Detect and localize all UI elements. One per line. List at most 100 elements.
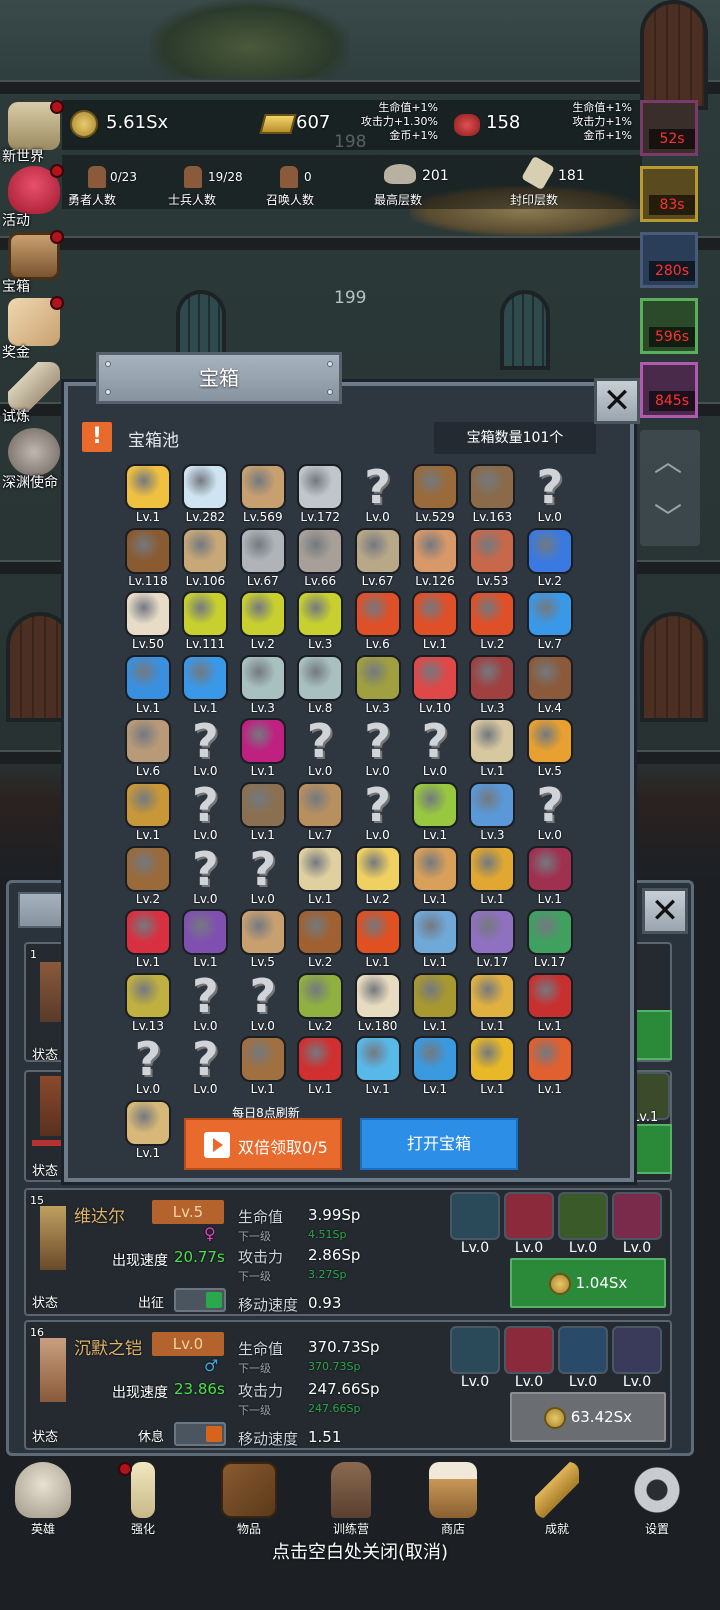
- chest-item-slot[interactable]: Lv.2: [464, 591, 520, 657]
- nav-achievements[interactable]: 成就: [522, 1462, 592, 1542]
- chest-item-slot[interactable]: ? Lv.0: [177, 718, 233, 784]
- chest-item-slot[interactable]: Lv.5: [235, 909, 291, 975]
- chest-item-slot[interactable]: ? Lv.0: [120, 1036, 176, 1102]
- chest-item-slot[interactable]: Lv.111: [177, 591, 233, 657]
- chest-item-slot[interactable]: Lv.1: [407, 972, 463, 1039]
- chest-item-slot[interactable]: Lv.1: [464, 972, 520, 1039]
- chest-item-slot[interactable]: Lv.3: [292, 591, 348, 657]
- chest-item-slot[interactable]: Lv.66: [292, 527, 348, 594]
- chest-item-slot[interactable]: Lv.17: [464, 909, 520, 975]
- chest-item-slot[interactable]: Lv.10: [407, 654, 463, 721]
- chevron-down-icon[interactable]: ﹀: [654, 496, 682, 536]
- chest-item-slot[interactable]: Lv.126: [407, 527, 463, 594]
- chest-item-slot[interactable]: Lv.282: [177, 464, 233, 530]
- chest-item-slot[interactable]: Lv.6: [350, 591, 406, 657]
- chevron-up-icon[interactable]: ︿: [654, 440, 682, 480]
- open-chest-button[interactable]: 打开宝箱: [360, 1118, 518, 1170]
- chest-item-slot[interactable]: Lv.1: [177, 654, 233, 721]
- shield-skill-icon[interactable]: [450, 1192, 500, 1240]
- chest-item-slot[interactable]: ? Lv.0: [350, 464, 406, 530]
- chest-item-slot[interactable]: ? Lv.0: [177, 846, 233, 912]
- chest-item-slot[interactable]: Lv.106: [177, 527, 233, 594]
- chest-item-slot[interactable]: Lv.6: [120, 718, 176, 784]
- chest-item-slot[interactable]: Lv.2: [522, 527, 578, 594]
- chest-item-slot[interactable]: Lv.4: [522, 654, 578, 721]
- chest-item-slot[interactable]: Lv.53: [464, 527, 520, 594]
- chest-item-slot[interactable]: Lv.2: [350, 845, 406, 912]
- chest-item-slot[interactable]: Lv.3: [350, 654, 406, 721]
- chest-item-slot[interactable]: Lv.7: [522, 591, 578, 657]
- boss-timer-button[interactable]: 52s: [640, 100, 698, 156]
- nav-enhance[interactable]: 强化: [108, 1462, 178, 1542]
- boot-skill-icon[interactable]: [612, 1192, 662, 1240]
- chest-item-slot[interactable]: Lv.1: [120, 654, 176, 721]
- chest-item-slot[interactable]: ? Lv.0: [177, 973, 233, 1039]
- chest-item-slot[interactable]: ? Lv.0: [522, 782, 578, 848]
- chest-item-slot[interactable]: Lv.3: [464, 654, 520, 721]
- chest-item-slot[interactable]: ? Lv.0: [350, 782, 406, 848]
- deploy-toggle[interactable]: [174, 1288, 226, 1312]
- chest-item-slot[interactable]: Lv.67: [235, 527, 291, 594]
- chest-item-slot[interactable]: Lv.1: [235, 1036, 291, 1102]
- boss-timer-button[interactable]: 596s: [640, 298, 698, 354]
- shield-skill-icon[interactable]: [450, 1326, 500, 1374]
- chest-item-slot[interactable]: Lv.2: [292, 972, 348, 1039]
- deploy-toggle[interactable]: [174, 1422, 226, 1446]
- chest-item-slot[interactable]: Lv.118: [120, 527, 176, 594]
- sidebar-new-world[interactable]: 新世界: [2, 100, 66, 165]
- chest-item-slot[interactable]: ? Lv.0: [235, 846, 291, 912]
- gauntlet-skill-icon[interactable]: [558, 1326, 608, 1374]
- chest-item-slot[interactable]: Lv.3: [235, 654, 291, 721]
- chest-item-slot[interactable]: ? Lv.0: [177, 1036, 233, 1102]
- chest-item-slot[interactable]: Lv.1: [522, 972, 578, 1039]
- gauntlet-skill-icon[interactable]: [558, 1192, 608, 1240]
- chest-item-slot[interactable]: ? Lv.0: [235, 973, 291, 1039]
- chest-item-slot[interactable]: Lv.1: [407, 591, 463, 657]
- sidebar-abyss-mission[interactable]: 深渊使命: [2, 426, 66, 491]
- chest-item-slot[interactable]: Lv.13: [120, 972, 176, 1039]
- sidebar-bonus[interactable]: 奖金: [2, 296, 66, 361]
- chest-item-slot[interactable]: Lv.1: [407, 782, 463, 848]
- chest-item-slot[interactable]: Lv.1: [464, 718, 520, 784]
- chest-item-slot[interactable]: Lv.17: [522, 909, 578, 975]
- chest-item-slot[interactable]: Lv.67: [350, 527, 406, 594]
- chest-item-slot[interactable]: Lv.1: [235, 782, 291, 848]
- nav-items[interactable]: 物品: [214, 1462, 284, 1542]
- boss-timer-button[interactable]: 845s: [640, 362, 698, 418]
- hero-list-close-button[interactable]: ✕: [642, 888, 688, 934]
- nav-training-camp[interactable]: 训练营: [316, 1462, 386, 1542]
- chest-item-slot[interactable]: ? Lv.0: [350, 718, 406, 784]
- chest-item-slot[interactable]: Lv.1: [120, 782, 176, 848]
- chest-item-slot[interactable]: Lv.8: [292, 654, 348, 721]
- upgrade-button-partial[interactable]: [634, 1010, 672, 1060]
- double-claim-button[interactable]: 双倍领取0/5: [184, 1118, 342, 1170]
- chest-item-slot[interactable]: ? Lv.0: [407, 718, 463, 784]
- chest-item-slot[interactable]: Lv.1: [292, 845, 348, 912]
- chest-item-slot[interactable]: Lv.1: [350, 909, 406, 975]
- chest-item-slot[interactable]: Lv.529: [407, 464, 463, 530]
- chest-item-slot[interactable]: Lv.3: [464, 782, 520, 848]
- chest-item-slot[interactable]: Lv.50: [120, 591, 176, 657]
- sidebar-trial[interactable]: 试炼: [2, 360, 66, 425]
- nav-shop[interactable]: 商店: [418, 1462, 488, 1542]
- chest-item-slot[interactable]: Lv.1: [464, 1036, 520, 1102]
- chest-item-slot[interactable]: ? Lv.0: [177, 782, 233, 848]
- chest-item-slot[interactable]: Lv.1: [522, 1036, 578, 1102]
- nav-heroes[interactable]: 英雄: [8, 1462, 78, 1542]
- chest-item-slot[interactable]: Lv.569: [235, 464, 291, 530]
- chest-item-slot[interactable]: Lv.172: [292, 464, 348, 530]
- chest-item-slot[interactable]: Lv.1: [522, 845, 578, 912]
- chest-item-slot[interactable]: ? Lv.0: [292, 718, 348, 784]
- chest-item-slot[interactable]: Lv.2: [120, 845, 176, 912]
- upgrade-button-disabled[interactable]: 63.42Sx: [510, 1392, 666, 1442]
- chest-item-slot[interactable]: Lv.1: [177, 909, 233, 975]
- chest-item-slot[interactable]: Lv.1: [120, 464, 176, 530]
- chest-item-slot[interactable]: Lv.163: [464, 464, 520, 530]
- chest-item-slot[interactable]: Lv.1: [120, 1100, 176, 1166]
- chest-item-slot[interactable]: Lv.1: [235, 718, 291, 784]
- sidebar-chest[interactable]: 宝箱: [2, 230, 66, 295]
- sidebar-events[interactable]: 活动: [2, 164, 66, 229]
- nav-settings[interactable]: 设置: [622, 1462, 692, 1542]
- chest-item-slot[interactable]: Lv.1: [350, 1036, 406, 1102]
- tap-outside-to-close-hint[interactable]: 点击空白处关闭(取消): [0, 1538, 720, 1564]
